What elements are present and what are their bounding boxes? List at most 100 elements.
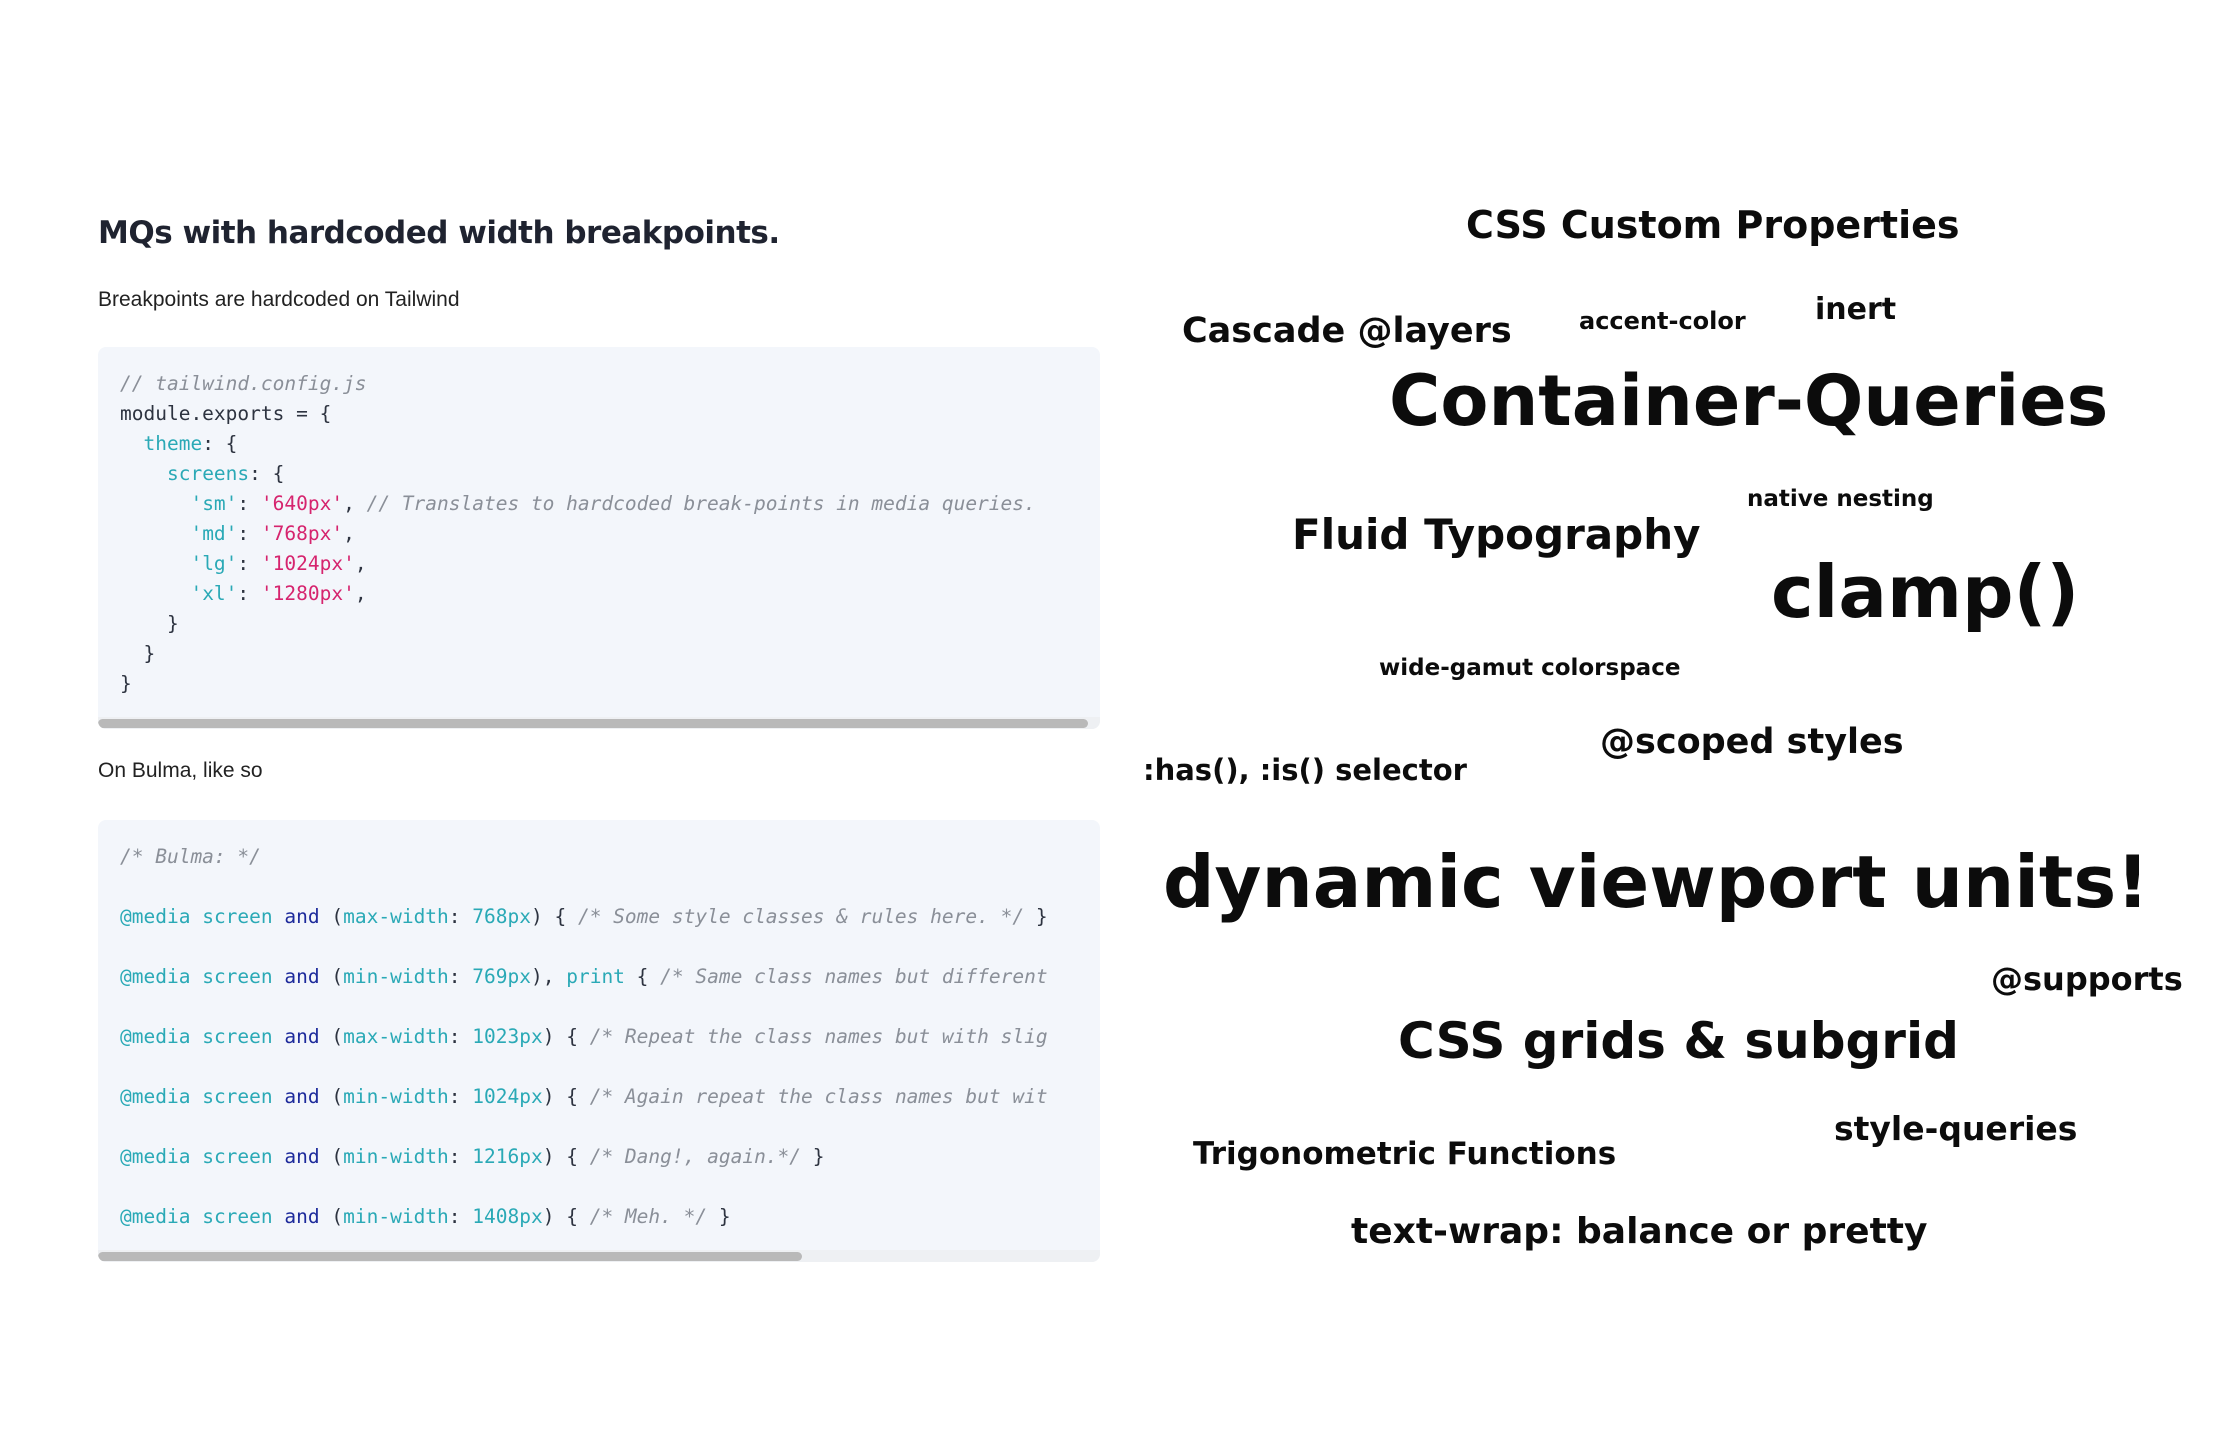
code-token: ) { [542, 1145, 590, 1168]
code-token: '640px' [260, 492, 344, 515]
code-token: '1280px' [260, 582, 355, 605]
code-token: : [448, 965, 473, 988]
word-css-grids-subgrid: CSS grids & subgrid [1398, 1012, 1959, 1070]
tailwind-code: // tailwind.config.js module.exports = { … [120, 369, 1100, 699]
code-token: @media [120, 1145, 191, 1168]
code-token: , [343, 492, 367, 515]
code-line: screens: { [120, 459, 1100, 489]
code-token: ( [319, 905, 344, 928]
section-heading: MQs with hardcoded width breakpoints. [98, 215, 780, 251]
code-token: max-width [343, 905, 449, 928]
code-token: screen [202, 905, 273, 928]
code-line: 'sm': '640px', // Translates to hardcode… [120, 489, 1100, 519]
code-token: 768px [472, 905, 531, 928]
word-inert: inert [1815, 292, 1897, 327]
code-token: @media [120, 965, 191, 988]
tailwind-intro-text: Breakpoints are hardcoded on Tailwind [98, 288, 460, 311]
word-fluid-typography: Fluid Typography [1292, 510, 1701, 559]
code-token: } [120, 612, 179, 635]
code-token: 'sm' [190, 492, 238, 515]
code-token: screen [202, 965, 273, 988]
code-token: } [120, 642, 156, 665]
word-text-wrap: text-wrap: balance or pretty [1351, 1211, 1928, 1252]
word-native-nesting: native nesting [1747, 486, 1934, 512]
code-token: { [624, 965, 661, 988]
code-token: and [284, 1145, 320, 1168]
word-style-queries: style-queries [1834, 1109, 2078, 1148]
tailwind-code-scrollbar[interactable] [98, 717, 1100, 729]
bulma-code-scrollbar[interactable] [98, 1250, 1100, 1262]
code-token: max-width [343, 1025, 449, 1048]
tailwind-code-block[interactable]: // tailwind.config.js module.exports = { … [98, 347, 1100, 729]
code-token: ) { [542, 1085, 590, 1108]
code-token: 1024px [472, 1085, 543, 1108]
code-token: @media [120, 905, 191, 928]
code-token: ( [319, 1025, 344, 1048]
scrollbar-thumb[interactable] [98, 719, 1088, 728]
code-token: '1024px' [260, 552, 355, 575]
code-line: 'md': '768px', [120, 519, 1100, 549]
code-token: ) { [542, 1025, 590, 1048]
code-token: : [237, 522, 261, 545]
code-line: @media screen and (min-width: 1408px) { … [120, 1187, 1100, 1247]
code-token: and [284, 1205, 320, 1228]
code-token: and [284, 1025, 320, 1048]
code-token: screen [202, 1205, 273, 1228]
word-css-custom-properties: CSS Custom Properties [1466, 203, 1960, 247]
code-token: ( [319, 965, 344, 988]
code-token: : [448, 1145, 473, 1168]
code-token: min-width [343, 1145, 449, 1168]
code-line: /* Bulma: */ [120, 827, 1100, 887]
code-token: 1023px [472, 1025, 543, 1048]
code-token: min-width [343, 1205, 449, 1228]
code-token: ) { [542, 1205, 590, 1228]
code-token: : [237, 492, 261, 515]
code-token: , [354, 552, 367, 575]
code-token: /* Meh. */ [589, 1205, 708, 1228]
code-token: @media [120, 1085, 191, 1108]
code-token: : [448, 1205, 473, 1228]
word-has-is-selector: :has(), :is() selector [1143, 753, 1467, 787]
code-token: 'lg' [190, 552, 238, 575]
code-token: , [343, 522, 355, 545]
code-token: @media [120, 1025, 191, 1048]
code-line: module.exports = { [120, 399, 1100, 429]
code-token: print [566, 965, 625, 988]
code-line: 'lg': '1024px', [120, 549, 1100, 579]
bulma-code-block[interactable]: /* Bulma: */@media screen and (max-width… [98, 820, 1100, 1262]
code-token: /* Dang!, again.*/ [589, 1145, 802, 1168]
code-token: : [448, 1085, 473, 1108]
bulma-intro-text: On Bulma, like so [98, 759, 263, 782]
code-line: @media screen and (max-width: 768px) { /… [120, 887, 1100, 947]
code-token: screen [202, 1085, 273, 1108]
code-line: 'xl': '1280px', [120, 579, 1100, 609]
code-line: @media screen and (max-width: 1023px) { … [120, 1007, 1100, 1067]
code-token: and [284, 905, 320, 928]
code-token: 769px [472, 965, 531, 988]
code-line: // tailwind.config.js [120, 369, 1100, 399]
code-token: } [120, 672, 132, 695]
scrollbar-thumb[interactable] [98, 1252, 802, 1261]
code-token: : [448, 905, 473, 928]
word-dynamic-viewport-units: dynamic viewport units! [1163, 840, 2150, 924]
code-token: '768px' [260, 522, 344, 545]
code-token: /* Repeat the class names but with slig [589, 1025, 1048, 1048]
code-token: ( [319, 1085, 344, 1108]
code-token: @media [120, 1205, 191, 1228]
code-line: @media screen and (min-width: 1024px) { … [120, 1067, 1100, 1127]
word-cascade-layers: Cascade @layers [1182, 311, 1512, 351]
code-token: /* Bulma: */ [120, 845, 261, 868]
word-wide-gamut-colorspace: wide-gamut colorspace [1379, 655, 1681, 681]
